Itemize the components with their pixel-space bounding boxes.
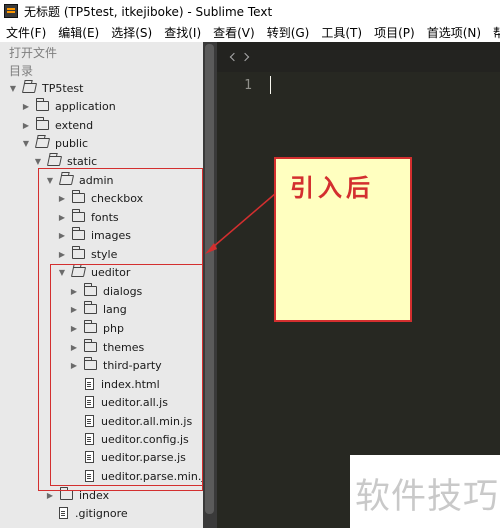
annotation-note-text: 引入后 xyxy=(290,174,374,202)
annotation-arrow xyxy=(205,192,277,254)
watermark-text: 软件技巧 xyxy=(355,477,500,517)
